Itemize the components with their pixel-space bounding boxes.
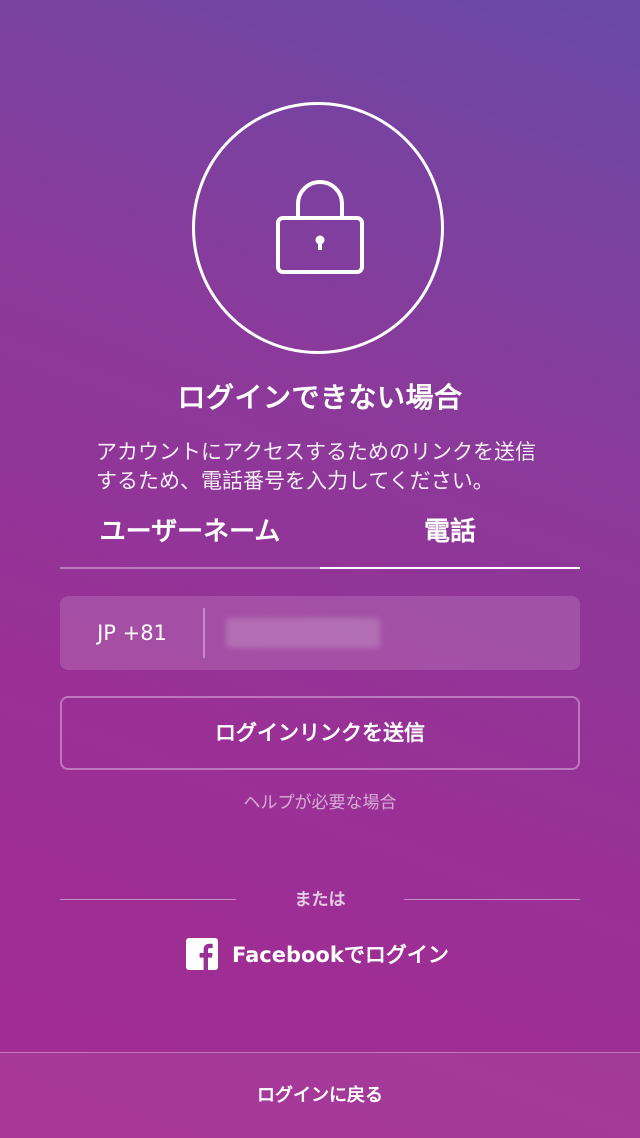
back-to-login-link[interactable]: ログインに戻る bbox=[0, 1053, 640, 1138]
country-code-selector[interactable]: JP +81 bbox=[60, 596, 204, 670]
login-method-tabs: ユーザーネーム 電話 bbox=[60, 508, 580, 569]
separator-line-left bbox=[60, 899, 236, 900]
phone-number-input[interactable] bbox=[220, 612, 564, 656]
bottom-bar: ログインに戻る bbox=[0, 1052, 640, 1138]
facebook-icon bbox=[186, 938, 218, 970]
forgot-login-screen: ログインできない場合 アカウントにアクセスするためのリンクを送信するため、電話番… bbox=[0, 0, 640, 1138]
lock-icon bbox=[276, 180, 364, 274]
or-separator: または bbox=[60, 886, 580, 914]
page-title: ログインできない場合 bbox=[177, 381, 463, 414]
separator-line-right bbox=[404, 899, 580, 900]
tab-underline-active bbox=[320, 567, 580, 569]
field-divider bbox=[203, 608, 205, 658]
or-label: または bbox=[294, 890, 346, 910]
page-description: アカウントにアクセスするためのリンクを送信するため、電話番号を入力してください。 bbox=[96, 440, 536, 493]
phone-field: JP +81 bbox=[60, 596, 580, 670]
facebook-login-button[interactable]: Facebookでログイン bbox=[186, 936, 449, 972]
need-help-link[interactable]: ヘルプが必要な場合 bbox=[0, 788, 640, 813]
facebook-login-label: Facebookでログイン bbox=[232, 943, 449, 967]
tab-phone[interactable]: 電話 bbox=[320, 508, 580, 568]
tab-underline-inactive bbox=[60, 567, 320, 569]
tab-username[interactable]: ユーザーネーム bbox=[60, 508, 320, 568]
send-login-link-button[interactable]: ログインリンクを送信 bbox=[60, 696, 580, 770]
